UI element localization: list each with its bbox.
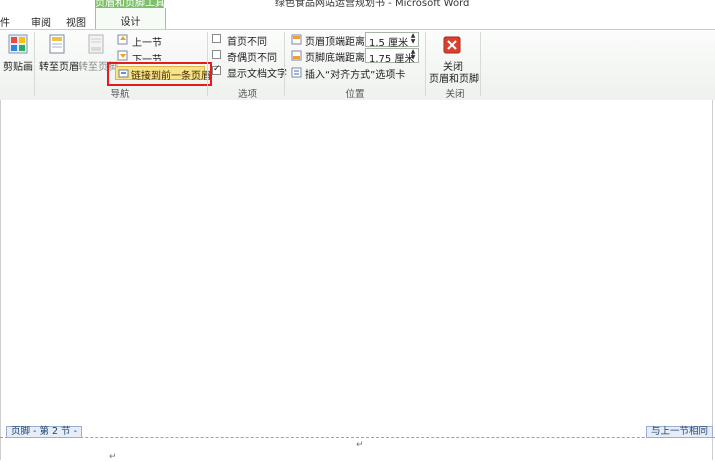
- alignment-tab-icon: [291, 67, 302, 78]
- tab-view[interactable]: 视图: [66, 14, 86, 29]
- document-page[interactable]: [0, 100, 715, 460]
- close-label-line2: 页眉和页脚: [429, 74, 479, 85]
- position-group-label: 位置: [345, 89, 365, 100]
- group-separator: [284, 32, 285, 96]
- footer-from-bottom-spinner[interactable]: 1.75 厘米 ▲ ▼: [365, 48, 419, 65]
- tab-design-label: 设计: [120, 17, 141, 28]
- paragraph-mark: ↵: [356, 440, 364, 450]
- next-section-label: 下一节: [132, 55, 162, 61]
- same-as-previous-tag: 与上一节相同: [646, 426, 714, 438]
- previous-section-label: 上一节: [132, 38, 162, 49]
- next-section-icon: [117, 50, 128, 61]
- clip-art-button[interactable]: [8, 34, 28, 54]
- checkbox-box-checked[interactable]: [212, 64, 221, 75]
- different-first-page-label: 首页不同: [227, 37, 267, 48]
- header-from-top-label: 页眉顶端距离:: [305, 37, 369, 48]
- tab-mailings[interactable]: 邮件: [0, 14, 15, 29]
- window-title: 绿色食品网站运营规划书 - Microsoft Word: [275, 0, 470, 9]
- group-separator: [207, 32, 208, 96]
- different-odd-even-label: 奇偶页不同: [227, 53, 277, 64]
- clip-art-label: 剪贴画: [3, 62, 33, 73]
- navigation-group-label: 导航: [110, 89, 130, 100]
- clip-art-icon: [8, 34, 28, 54]
- goto-footer-icon: [88, 34, 104, 54]
- show-document-text-label: 显示文档文字: [227, 69, 287, 80]
- tab-review[interactable]: 审阅: [31, 14, 51, 29]
- checkbox-box[interactable]: [212, 34, 221, 43]
- footer-section-tag: 页脚 - 第 2 节 -: [6, 426, 82, 438]
- header-top-icon: [291, 34, 302, 45]
- group-separator: [425, 32, 426, 96]
- header-from-top-value: 1.5 厘米: [369, 38, 409, 49]
- page-left-edge: [0, 100, 1, 460]
- tab-mailings-label: 邮件: [0, 18, 10, 29]
- close-group-label: 关闭: [445, 89, 465, 100]
- close-header-footer-button[interactable]: [443, 36, 461, 54]
- previous-section-icon: [117, 34, 128, 45]
- options-group-label: 选项: [237, 89, 257, 100]
- goto-header-label: 转至页眉: [39, 62, 79, 73]
- goto-footer-button[interactable]: [87, 34, 105, 54]
- annotation-highlight-box: [107, 62, 212, 86]
- goto-header-button[interactable]: [48, 34, 66, 54]
- header-from-top-spinner[interactable]: 1.5 厘米 ▲ ▼: [365, 32, 419, 49]
- insert-alignment-tab-label: 插入“对齐方式”选项卡: [305, 70, 406, 81]
- checkbox-box[interactable]: [212, 50, 221, 59]
- next-section-button[interactable]: 下一节: [117, 49, 177, 61]
- goto-header-icon: [49, 34, 65, 54]
- group-separator: [34, 32, 35, 96]
- close-icon: [443, 36, 461, 54]
- group-separator: [480, 32, 481, 96]
- footer-bottom-icon: [291, 50, 302, 61]
- footer-from-bottom-label: 页脚底端距离:: [305, 53, 369, 64]
- page-right-edge: [712, 100, 713, 460]
- footer-boundary-line: [0, 437, 715, 438]
- spinner-arrows-icon[interactable]: ▲ ▼: [408, 49, 418, 62]
- tab-design[interactable]: 设计: [95, 8, 166, 30]
- paragraph-mark: ↵: [109, 452, 117, 462]
- spinner-arrows-icon[interactable]: ▲ ▼: [408, 33, 418, 46]
